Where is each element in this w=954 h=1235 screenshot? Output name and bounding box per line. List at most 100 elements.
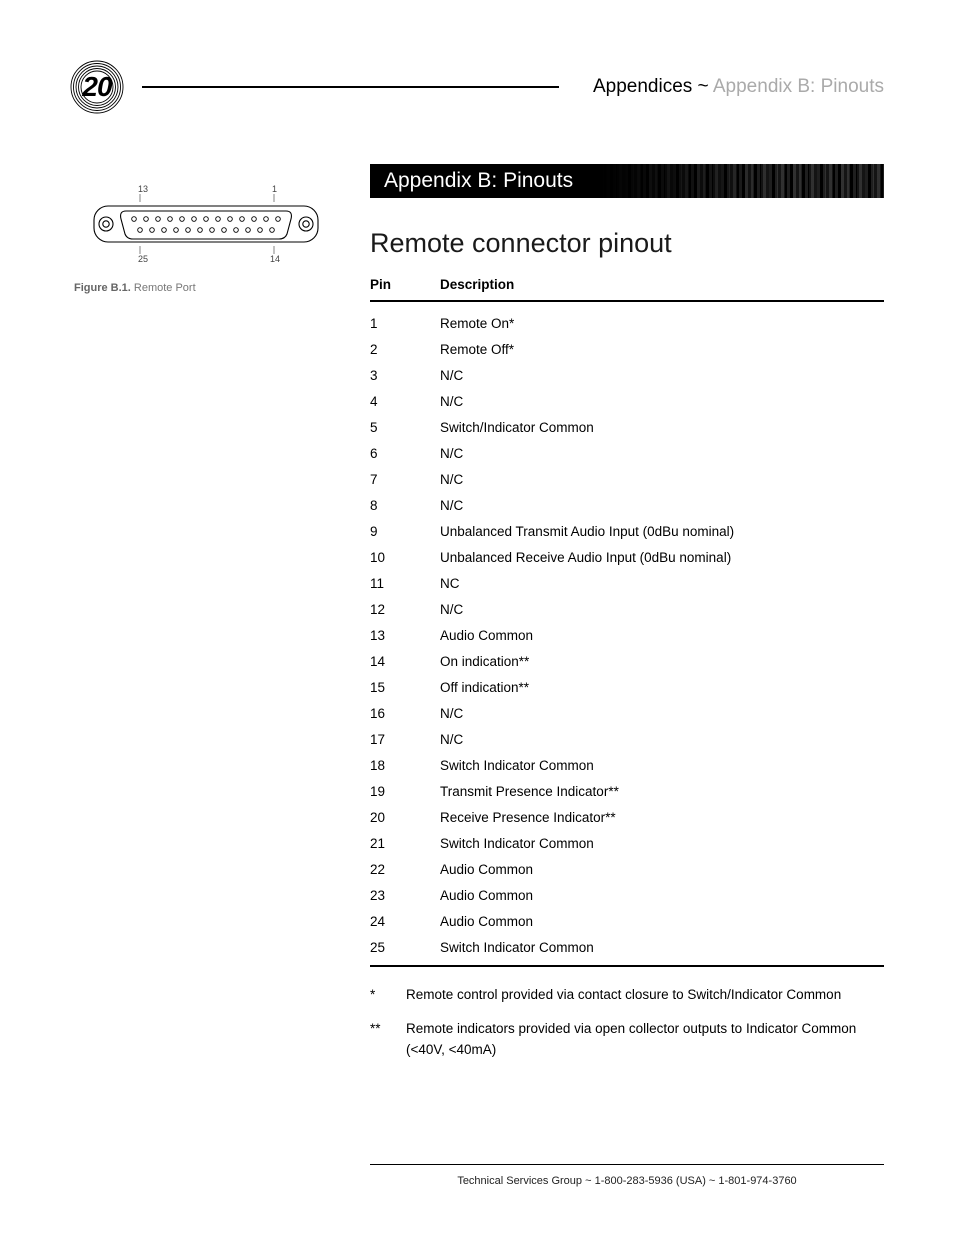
table-cell-desc: Remote On* — [440, 301, 884, 337]
table-row: 1Remote On* — [370, 301, 884, 337]
table-row: 13Audio Common — [370, 623, 884, 649]
table-row: 25Switch Indicator Common — [370, 935, 884, 966]
table-cell-pin: 9 — [370, 519, 440, 545]
table-row: 11NC — [370, 571, 884, 597]
figure-pin-label-br: 14 — [270, 254, 280, 264]
table-cell-pin: 21 — [370, 831, 440, 857]
table-cell-desc: N/C — [440, 441, 884, 467]
table-cell-desc: Switch Indicator Common — [440, 935, 884, 966]
table-cell-pin: 5 — [370, 415, 440, 441]
table-cell-desc: N/C — [440, 727, 884, 753]
table-cell-desc: Unbalanced Transmit Audio Input (0dBu no… — [440, 519, 884, 545]
table-row: 24Audio Common — [370, 909, 884, 935]
footnote-mark: ** — [370, 1019, 406, 1060]
table-row: 12N/C — [370, 597, 884, 623]
table-cell-pin: 24 — [370, 909, 440, 935]
footnote: *Remote control provided via contact clo… — [370, 985, 884, 1005]
table-cell-pin: 1 — [370, 301, 440, 337]
pinout-table: Pin Description 1Remote On*2Remote Off*3… — [370, 277, 884, 965]
breadcrumb-sep: ~ — [692, 76, 713, 97]
table-cell-pin: 10 — [370, 545, 440, 571]
table-cell-desc: On indication** — [440, 649, 884, 675]
footnote-text: Remote control provided via contact clos… — [406, 985, 841, 1005]
footer-text: Technical Services Group ~ 1-800-283-593… — [457, 1175, 796, 1187]
table-cell-pin: 13 — [370, 623, 440, 649]
table-cell-desc: Receive Presence Indicator** — [440, 805, 884, 831]
table-cell-desc: Audio Common — [440, 909, 884, 935]
table-cell-pin: 16 — [370, 701, 440, 727]
figure-pin-label-bl: 25 — [138, 254, 148, 264]
table-cell-desc: Switch/Indicator Common — [440, 415, 884, 441]
section-title: Remote connector pinout — [370, 228, 884, 259]
table-row: 19Transmit Presence Indicator** — [370, 779, 884, 805]
footnote-text: Remote indicators provided via open coll… — [406, 1019, 884, 1060]
table-cell-pin: 15 — [370, 675, 440, 701]
table-cell-desc: NC — [440, 571, 884, 597]
table-row: 6N/C — [370, 441, 884, 467]
table-cell-pin: 22 — [370, 857, 440, 883]
table-header-pin: Pin — [370, 277, 440, 301]
table-cell-desc: Remote Off* — [440, 337, 884, 363]
table-cell-desc: Unbalanced Receive Audio Input (0dBu nom… — [440, 545, 884, 571]
table-cell-pin: 2 — [370, 337, 440, 363]
breadcrumb-page: Appendix B: Pinouts — [713, 76, 884, 97]
footnotes: *Remote control provided via contact clo… — [370, 985, 884, 1060]
figure-caption: Figure B.1. Remote Port — [74, 282, 342, 294]
table-row: 14On indication** — [370, 649, 884, 675]
table-cell-pin: 8 — [370, 493, 440, 519]
banner-title: Appendix B: Pinouts — [384, 169, 573, 193]
table-row: 10Unbalanced Receive Audio Input (0dBu n… — [370, 545, 884, 571]
table-cell-desc: N/C — [440, 493, 884, 519]
table-cell-desc: N/C — [440, 363, 884, 389]
table-row: 23Audio Common — [370, 883, 884, 909]
figure-pin-label-tr: 1 — [272, 184, 277, 194]
table-cell-pin: 12 — [370, 597, 440, 623]
banner-appendix-b: Appendix B: Pinouts — [370, 164, 884, 198]
table-cell-pin: 3 — [370, 363, 440, 389]
footnote: **Remote indicators provided via open co… — [370, 1019, 884, 1060]
table-cell-desc: Off indication** — [440, 675, 884, 701]
table-row: 22Audio Common — [370, 857, 884, 883]
table-row: 20Receive Presence Indicator** — [370, 805, 884, 831]
table-cell-pin: 19 — [370, 779, 440, 805]
table-rule — [370, 965, 884, 967]
table-cell-pin: 7 — [370, 467, 440, 493]
table-row: 3N/C — [370, 363, 884, 389]
figure-caption-id: Figure B.1. — [74, 282, 131, 294]
table-row: 8N/C — [370, 493, 884, 519]
table-header-desc: Description — [440, 277, 884, 301]
table-cell-pin: 6 — [370, 441, 440, 467]
page-header: 20 Appendices ~ Appendix B: Pinouts — [70, 60, 884, 114]
page-number: 20 — [82, 71, 111, 103]
table-cell-desc: N/C — [440, 467, 884, 493]
table-cell-pin: 14 — [370, 649, 440, 675]
figure-caption-text: Remote Port — [131, 282, 196, 294]
table-cell-desc: Transmit Presence Indicator** — [440, 779, 884, 805]
table-row: 2Remote Off* — [370, 337, 884, 363]
table-cell-desc: N/C — [440, 389, 884, 415]
table-cell-pin: 25 — [370, 935, 440, 966]
page-footer: Technical Services Group ~ 1-800-283-593… — [370, 1164, 884, 1187]
pinout-table-body: 1Remote On*2Remote Off*3N/C4N/C5Switch/I… — [370, 301, 884, 965]
table-cell-desc: Switch Indicator Common — [440, 831, 884, 857]
table-cell-pin: 11 — [370, 571, 440, 597]
table-row: 17N/C — [370, 727, 884, 753]
table-cell-pin: 4 — [370, 389, 440, 415]
figure-remote-port: 13 1 — [70, 184, 342, 294]
page-number-badge: 20 — [70, 60, 124, 114]
table-cell-desc: Audio Common — [440, 883, 884, 909]
table-row: 21Switch Indicator Common — [370, 831, 884, 857]
figure-pin-label-tl: 13 — [138, 184, 148, 194]
table-row: 4N/C — [370, 389, 884, 415]
figure-pin-holes — [132, 217, 281, 233]
table-cell-desc: N/C — [440, 597, 884, 623]
table-row: 18Switch Indicator Common — [370, 753, 884, 779]
table-cell-pin: 18 — [370, 753, 440, 779]
table-row: 5Switch/Indicator Common — [370, 415, 884, 441]
table-row: 7N/C — [370, 467, 884, 493]
breadcrumb-section: Appendices — [593, 76, 692, 97]
table-cell-desc: N/C — [440, 701, 884, 727]
table-row: 9Unbalanced Transmit Audio Input (0dBu n… — [370, 519, 884, 545]
table-row: 15Off indication** — [370, 675, 884, 701]
footnote-mark: * — [370, 985, 406, 1005]
